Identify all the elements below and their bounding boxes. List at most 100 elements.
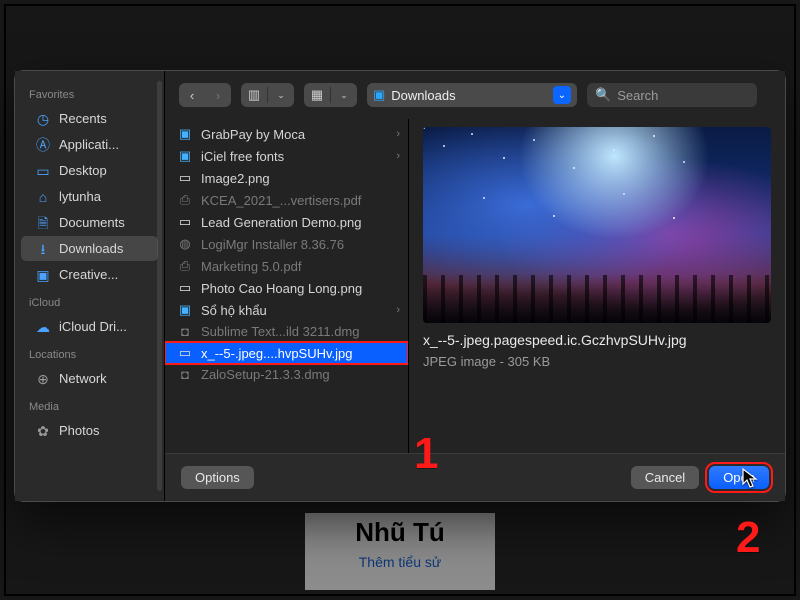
- file-row[interactable]: ▭ Photo Cao Hoang Long.png: [165, 277, 408, 299]
- sidebar-item-creative[interactable]: ▣ Creative...: [21, 262, 158, 287]
- nav-back-forward: ‹ ›: [179, 83, 231, 107]
- file-row[interactable]: ▣GrabPay by Moca›: [165, 123, 408, 145]
- search-field[interactable]: 🔍 Search: [587, 83, 757, 107]
- cancel-button[interactable]: Cancel: [631, 466, 699, 489]
- dialog-footer: Options Cancel Open: [165, 453, 785, 501]
- image-icon: ▭: [177, 280, 193, 296]
- sidebar-item-photos[interactable]: ✿ Photos: [21, 418, 158, 443]
- download-icon: ⭳: [35, 242, 51, 256]
- search-icon: 🔍: [595, 87, 611, 103]
- sidebar-item-label: Photos: [59, 423, 99, 438]
- file-name: Lead Generation Demo.png: [201, 215, 396, 230]
- sidebar-item-home[interactable]: ⌂lytunha: [21, 184, 158, 209]
- image-icon: ▭: [177, 170, 193, 186]
- sidebar-item-label: Applicati...: [59, 137, 119, 152]
- pdf-icon: ⎙: [177, 192, 193, 208]
- file-name: Photo Cao Hoang Long.png: [201, 281, 396, 296]
- sidebar-item-label: Desktop: [59, 163, 107, 178]
- preview-thumbnail: [423, 127, 771, 323]
- profile-subtitle[interactable]: Thêm tiểu sử: [305, 548, 495, 590]
- sidebar-item-label: Recents: [59, 111, 107, 126]
- cursor-pointer-icon: [742, 468, 758, 490]
- options-button[interactable]: Options: [181, 466, 254, 489]
- file-name: x_--5-.jpeg....hvpSUHv.jpg: [201, 346, 396, 361]
- file-row[interactable]: ⎙ Marketing 5.0.pdf: [165, 255, 408, 277]
- sidebar-heading-locations: Locations: [15, 345, 164, 365]
- chevron-right-icon: ›: [396, 304, 400, 316]
- file-name: GrabPay by Moca: [201, 127, 396, 142]
- back-button[interactable]: ‹: [179, 83, 205, 107]
- photos-icon: ✿: [35, 424, 51, 438]
- folder-icon: ▣: [177, 302, 193, 318]
- file-row[interactable]: ▣iCiel free fonts›: [165, 145, 408, 167]
- globe-icon: ⊕: [35, 372, 51, 386]
- main-panel: ‹ › ▥ ⌄ ▦ ⌄ ▣ Downloads ⌄: [165, 71, 785, 501]
- open-file-dialog: Favorites ◷ Recents Ⓐ Applicati... ▭ Deskto…: [14, 70, 786, 502]
- home-icon: ⌂: [35, 190, 51, 204]
- file-row[interactable]: ◍ LogiMgr Installer 8.36.76: [165, 233, 408, 255]
- folder-icon: ▣: [177, 148, 193, 164]
- chevron-right-icon: ›: [396, 128, 400, 140]
- folder-icon: ▣: [35, 268, 51, 282]
- sidebar-item-label: Downloads: [59, 241, 123, 256]
- sidebar-item-documents[interactable]: 🗎 Documents: [21, 210, 158, 235]
- grid-icon[interactable]: ▦: [304, 83, 330, 107]
- profile-name: Nhũ Tú: [305, 513, 495, 548]
- dmg-icon: ◘: [177, 367, 193, 382]
- annotation-1: 1: [414, 432, 438, 476]
- chevron-updown-icon: ⌄: [553, 86, 571, 104]
- file-list-column[interactable]: ▣GrabPay by Moca›▣iCiel free fonts›▭Imag…: [165, 119, 409, 453]
- pdf-icon: ⎙: [177, 258, 193, 274]
- sidebar-item-label: Creative...: [59, 267, 118, 282]
- chevron-down-icon[interactable]: ⌄: [268, 83, 294, 107]
- sidebar-item-downloads[interactable]: ⭳ Downloads: [21, 236, 158, 261]
- sidebar-item-network[interactable]: ⊕ Network: [21, 366, 158, 391]
- apps-icon: Ⓐ: [35, 138, 51, 152]
- doc-icon: 🗎: [35, 216, 51, 230]
- sidebar-heading-media: Media: [15, 397, 164, 417]
- preview-filename: x_--5-.jpeg.pagespeed.ic.GczhvpSUHv.jpg: [423, 331, 771, 350]
- sidebar-heading-favorites: Favorites: [15, 85, 164, 105]
- file-name: Sublime Text...ild 3211.dmg: [201, 324, 396, 339]
- file-row[interactable]: ⎙ KCEA_2021_...vertisers.pdf: [165, 189, 408, 211]
- toolbar: ‹ › ▥ ⌄ ▦ ⌄ ▣ Downloads ⌄: [165, 71, 785, 119]
- image-icon: ▭: [177, 345, 193, 361]
- file-row[interactable]: ▭ Lead Generation Demo.png: [165, 211, 408, 233]
- file-row[interactable]: ▣Sổ hộ khẩu›: [165, 299, 408, 321]
- preview-meta: JPEG image - 305 KB: [423, 354, 771, 369]
- file-row[interactable]: ◘ZaloSetup-21.3.3.dmg: [165, 364, 408, 385]
- image-icon: ▭: [177, 214, 193, 230]
- folder-icon: ▣: [373, 87, 385, 103]
- sidebar-item-applications[interactable]: Ⓐ Applicati...: [21, 132, 158, 157]
- sidebar-item-icloud-drive[interactable]: ☁iCloud Dri...: [21, 314, 158, 339]
- file-row[interactable]: ▭ x_--5-.jpeg....hvpSUHv.jpg: [165, 342, 408, 364]
- forward-button[interactable]: ›: [205, 83, 231, 107]
- clock-icon: ◷: [35, 112, 51, 126]
- file-name: KCEA_2021_...vertisers.pdf: [201, 193, 396, 208]
- sidebar-item-label: Network: [59, 371, 107, 386]
- view-mode-segmented[interactable]: ▥ ⌄: [241, 83, 294, 107]
- sidebar-item-recents[interactable]: ◷ Recents: [21, 106, 158, 131]
- file-name: iCiel free fonts: [201, 149, 396, 164]
- file-name: Marketing 5.0.pdf: [201, 259, 396, 274]
- sidebar-item-desktop[interactable]: ▭ Desktop: [21, 158, 158, 183]
- pkg-icon: ◍: [177, 236, 193, 252]
- group-segmented[interactable]: ▦ ⌄: [304, 83, 357, 107]
- desktop-icon: ▭: [35, 164, 51, 178]
- location-label: Downloads: [391, 88, 455, 103]
- chevron-down-icon[interactable]: ⌄: [331, 83, 357, 107]
- sidebar: Favorites ◷ Recents Ⓐ Applicati... ▭ Deskto…: [15, 71, 165, 501]
- sidebar-item-label: iCloud Dri...: [59, 319, 127, 334]
- file-row[interactable]: ▭Image2.png: [165, 167, 408, 189]
- annotation-2: 2: [736, 516, 760, 560]
- open-button-highlight: Open: [709, 466, 769, 489]
- file-name: LogiMgr Installer 8.36.76: [201, 237, 396, 252]
- columns-view-icon[interactable]: ▥: [241, 83, 267, 107]
- dmg-icon: ◘: [177, 324, 193, 339]
- open-button[interactable]: Open: [709, 466, 769, 489]
- preview-pane: x_--5-.jpeg.pagespeed.ic.GczhvpSUHv.jpg …: [409, 119, 785, 453]
- location-popup[interactable]: ▣ Downloads ⌄: [367, 83, 577, 107]
- sidebar-item-label: Documents: [59, 215, 125, 230]
- file-row[interactable]: ◘ Sublime Text...ild 3211.dmg: [165, 321, 408, 342]
- sidebar-heading-icloud: iCloud: [15, 293, 164, 313]
